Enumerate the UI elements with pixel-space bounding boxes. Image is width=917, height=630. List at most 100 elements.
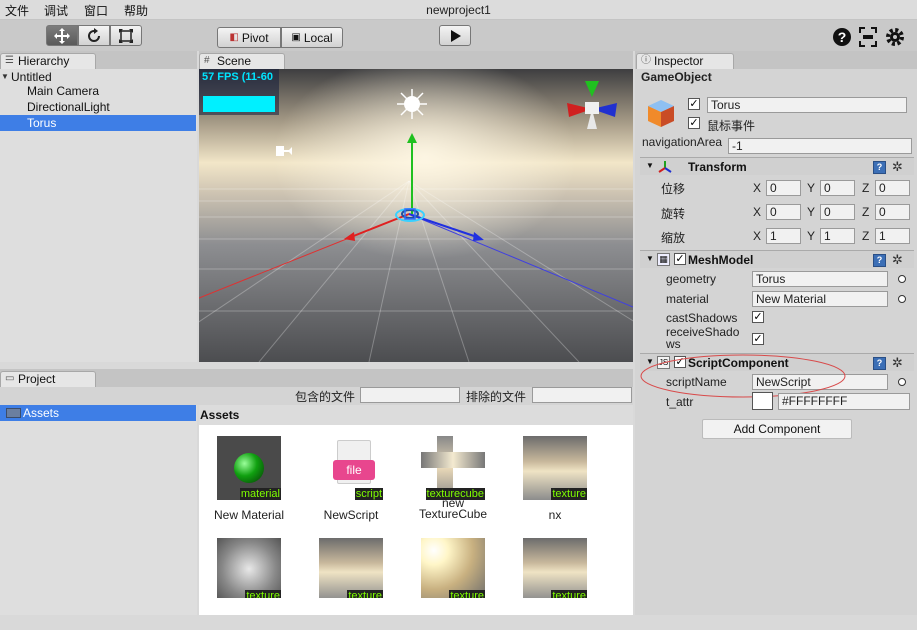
tab-scene[interactable]: # Scene: [199, 53, 285, 69]
t-attr-color-field[interactable]: #FFFFFFFF: [778, 393, 910, 410]
fullscreen-icon[interactable]: [858, 26, 878, 48]
axis-x-label: X: [753, 181, 762, 195]
pivot-button[interactable]: ◧ Pivot: [217, 27, 281, 48]
include-files-input[interactable]: [360, 387, 460, 403]
asset-name: nx: [548, 508, 562, 522]
tree-item-assets[interactable]: Assets: [0, 405, 196, 421]
hierarchy-item-main-camera[interactable]: Main Camera: [0, 83, 196, 99]
project-tabbar: ▭ Project: [0, 369, 633, 387]
rotate-tool-button[interactable]: [78, 25, 110, 46]
exclude-files-input[interactable]: [532, 387, 632, 403]
asset-texture-5[interactable]: texture: [204, 538, 294, 630]
material-picker-icon[interactable]: [898, 295, 906, 303]
axis-y-label: Y: [807, 205, 816, 219]
mesh-gear-icon[interactable]: ✲: [892, 252, 903, 268]
tab-inspector[interactable]: ⓘ Inspector: [636, 53, 734, 69]
info-icon: ⓘ: [641, 55, 651, 66]
hierarchy-item-directional-light[interactable]: DirectionalLight: [0, 99, 196, 115]
project-filter-bar: 包含的文件 排除的文件: [0, 387, 633, 405]
scale-icon: [119, 28, 133, 43]
t-attr-color-swatch[interactable]: [752, 392, 773, 410]
tab-hierarchy[interactable]: ☰ Hierarchy: [0, 53, 96, 69]
script-help-icon[interactable]: ?: [873, 357, 886, 370]
rotation-label: 旋转: [661, 207, 686, 221]
folder-icon: ▭: [5, 373, 15, 384]
rotation-y-input[interactable]: 0: [820, 204, 855, 220]
script-picker-icon[interactable]: [898, 378, 906, 386]
svg-text:?: ?: [838, 29, 847, 45]
hierarchy-item-label: DirectionalLight: [27, 100, 110, 114]
hierarchy-item-torus[interactable]: Torus: [0, 115, 196, 131]
asset-texture-6[interactable]: texture: [306, 538, 396, 630]
axis-z-label: Z: [862, 205, 870, 219]
object-name-input[interactable]: Torus: [707, 97, 907, 113]
t-attr-label: t_attr: [666, 395, 694, 409]
position-y-input[interactable]: 0: [820, 180, 855, 196]
local-button[interactable]: ▣ Local: [281, 27, 343, 48]
tab-project[interactable]: ▭ Project: [0, 371, 96, 387]
transform-gear-icon[interactable]: ✲: [892, 159, 903, 175]
transform-header[interactable]: ▼ Transform ? ✲: [640, 157, 914, 175]
geometry-field[interactable]: Torus: [752, 271, 888, 287]
scale-z-input[interactable]: 1: [875, 228, 910, 244]
scale-tool-button[interactable]: [110, 25, 142, 46]
axis-z-label: Z: [862, 229, 870, 243]
scene-view[interactable]: 57 FPS (11-60: [199, 69, 633, 362]
rotation-x-input[interactable]: 0: [766, 204, 801, 220]
asset-texture-7[interactable]: texture: [408, 538, 498, 630]
settings-gear-icon[interactable]: [884, 26, 906, 48]
navigation-area-input[interactable]: -1: [728, 138, 912, 154]
move-tool-button[interactable]: [46, 25, 78, 46]
asset-name: NewScript: [323, 508, 379, 522]
hierarchy-tabbar: ☰ Hierarchy: [0, 51, 197, 69]
axis-x-label: X: [753, 229, 762, 243]
tab-hierarchy-label: Hierarchy: [18, 54, 70, 68]
material-field[interactable]: New Material: [752, 291, 888, 307]
hierarchy-panel: ▼ Untitled Main Camera DirectionalLight …: [0, 69, 197, 362]
position-x-input[interactable]: 0: [766, 180, 801, 196]
scale-y-input[interactable]: 1: [820, 228, 855, 244]
position-z-input[interactable]: 0: [875, 180, 910, 196]
script-gear-icon[interactable]: ✲: [892, 355, 903, 371]
asset-new-script[interactable]: file script NewScript: [306, 436, 396, 528]
rotation-z-input[interactable]: 0: [875, 204, 910, 220]
app-title: newproject1: [426, 3, 491, 17]
mesh-icon: ▦: [657, 253, 670, 266]
axis-y-label: Y: [807, 229, 816, 243]
inspector-tabbar: ⓘ Inspector: [635, 51, 917, 69]
geometry-picker-icon[interactable]: [898, 275, 906, 283]
add-component-button[interactable]: Add Component: [702, 419, 852, 439]
gameobject-cube-icon: [648, 100, 674, 127]
asset-name: New Material: [213, 508, 285, 522]
file-icon-label: file: [333, 460, 375, 480]
receive-shadows-checkbox[interactable]: ✓: [752, 333, 764, 345]
collapse-arrow-icon[interactable]: ▼: [646, 254, 654, 263]
play-button[interactable]: [439, 25, 471, 46]
toolbar: ◧ Pivot ▣ Local ?: [0, 20, 917, 51]
rotate-icon: [88, 27, 100, 42]
cast-shadows-label: castShadows: [666, 311, 738, 325]
mesh-enabled-checkbox[interactable]: ✓: [674, 253, 686, 265]
asset-nx[interactable]: texture nx: [510, 436, 600, 528]
hierarchy-item-label: Main Camera: [27, 84, 100, 98]
tab-inspector-label: Inspector: [654, 54, 704, 68]
help-icon[interactable]: ?: [832, 27, 852, 47]
cast-shadows-checkbox[interactable]: ✓: [752, 311, 764, 323]
active-checkbox[interactable]: ✓: [688, 98, 700, 110]
include-files-label: 包含的文件: [295, 390, 356, 404]
inspector-header: GameObject: [641, 70, 712, 84]
asset-new-material[interactable]: material New Material: [204, 436, 294, 528]
scale-x-input[interactable]: 1: [766, 228, 801, 244]
asset-type-tag: material: [239, 488, 281, 500]
axis-y-label: Y: [807, 181, 816, 195]
asset-new-texturecube[interactable]: texturecube new TextureCube: [408, 436, 498, 528]
asset-type-tag: texture: [551, 488, 587, 500]
mouse-event-checkbox[interactable]: ✓: [688, 117, 700, 129]
collapse-arrow-icon[interactable]: ▼: [646, 161, 654, 170]
transform-help-icon[interactable]: ?: [873, 161, 886, 174]
mesh-model-header[interactable]: ▼ ▦ ✓ MeshModel ? ✲: [640, 250, 914, 268]
tab-project-label: Project: [18, 372, 56, 386]
material-label: material: [666, 292, 709, 306]
asset-texture-8[interactable]: texture: [510, 538, 600, 630]
mesh-help-icon[interactable]: ?: [873, 254, 886, 267]
